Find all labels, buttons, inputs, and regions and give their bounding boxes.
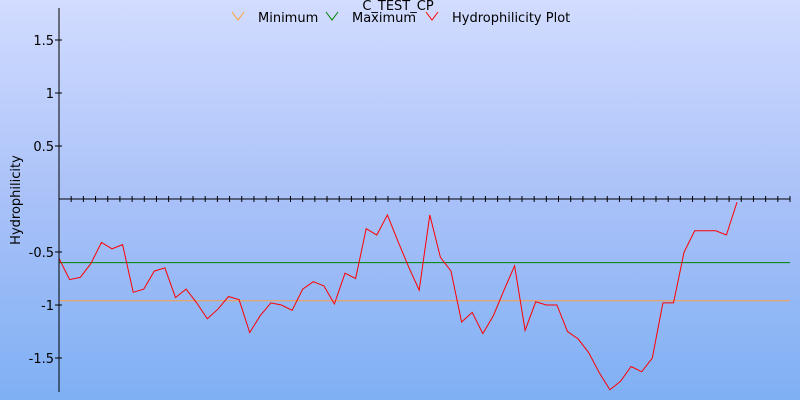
legend-swatch-0 xyxy=(231,11,245,21)
legend-swatch-1 xyxy=(325,11,339,21)
series-lines xyxy=(58,202,790,391)
y-tick-label-5: -1.5 xyxy=(29,352,54,367)
y-tick-label-0: 1.5 xyxy=(33,34,54,49)
y-axis-label: Hydrophilicity xyxy=(9,155,24,245)
y-tick-label-1: 1 xyxy=(46,87,54,102)
legend: Minimum Maximum Hydrophilicity Plot xyxy=(231,11,570,26)
legend-label-2: Hydrophilicity Plot xyxy=(452,11,570,26)
hydrophilicity-chart: 1.510.5-0.5-1-1.5 C_TEST_CP Hydrophilici… xyxy=(9,0,791,392)
y-tick-label-4: -1 xyxy=(41,299,54,314)
series-line-2 xyxy=(58,202,738,391)
y-tick-label-2: 0.5 xyxy=(33,140,54,155)
legend-label-0: Minimum xyxy=(258,11,318,26)
legend-label-1: Maximum xyxy=(352,11,416,26)
y-tick-label-3: -0.5 xyxy=(29,246,54,261)
axes: 1.5 1 0.5 -0.5 -1 -1.5 xyxy=(29,8,791,392)
